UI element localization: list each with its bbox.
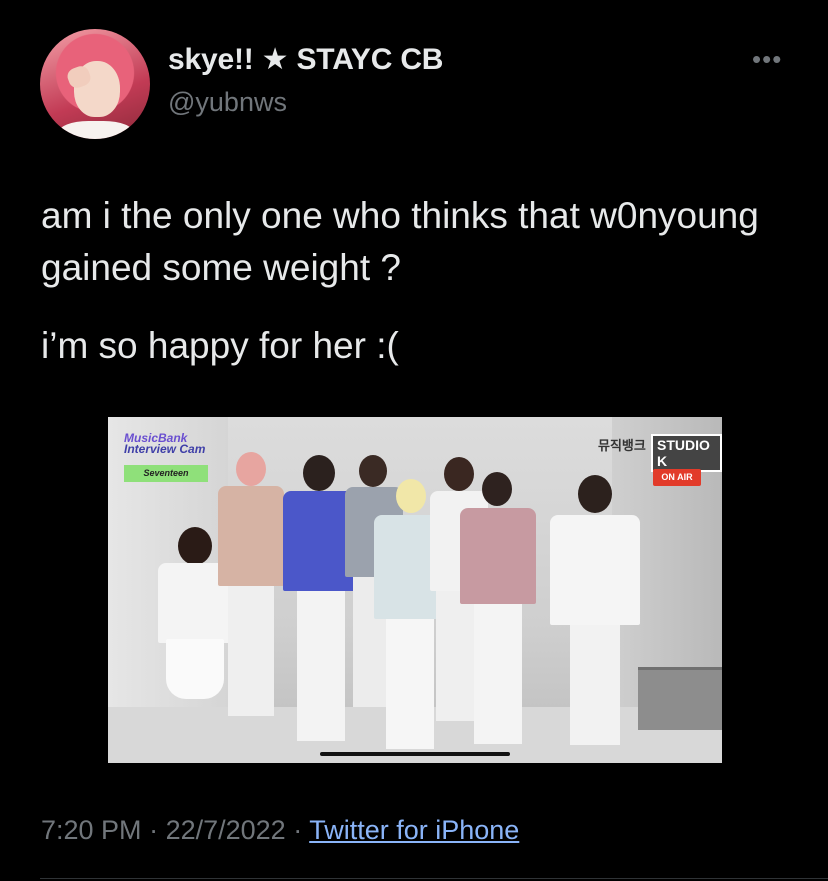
music-bank-logo: MusicBank Interview Cam <box>124 432 206 456</box>
more-options-icon[interactable]: ••• <box>752 46 782 72</box>
tweet-time[interactable]: 7:20 PM <box>41 815 142 845</box>
tweet-paragraph: am i the only one who thinks that w0nyou… <box>41 195 759 288</box>
music-bank-subtitle: Interview Cam <box>124 442 206 456</box>
author-avatar[interactable] <box>40 29 150 139</box>
tweet-date[interactable]: 22/7/2022 <box>166 815 286 845</box>
on-air-badge: ON AIR <box>653 469 701 486</box>
meta-separator: · <box>285 815 310 845</box>
divider <box>40 878 828 879</box>
avatar-shirt <box>58 121 134 139</box>
author-handle[interactable]: @yubnws <box>168 87 287 118</box>
tweet-metadata: 7:20 PM · 22/7/2022 · Twitter for iPhone <box>41 815 519 846</box>
studio-k-logo: STUDIO K <box>651 434 722 472</box>
author-display-name[interactable]: skye!! ★ STAYC CB <box>168 42 443 77</box>
tweet-source-link[interactable]: Twitter for iPhone <box>309 815 519 845</box>
tweet-paragraph: i’m so happy for her :( <box>41 325 399 366</box>
tweet-text: am i the only one who thinks that w0nyou… <box>41 190 801 372</box>
tweet-media-video[interactable]: MusicBank Interview Cam Seventeen 뮤직뱅크 S… <box>108 417 722 763</box>
show-logo: 뮤직뱅크 <box>598 438 646 453</box>
group-tag: Seventeen <box>124 465 208 482</box>
meta-separator: · <box>141 815 166 845</box>
video-scrub-bar[interactable] <box>320 752 510 756</box>
media-rail <box>638 667 722 730</box>
